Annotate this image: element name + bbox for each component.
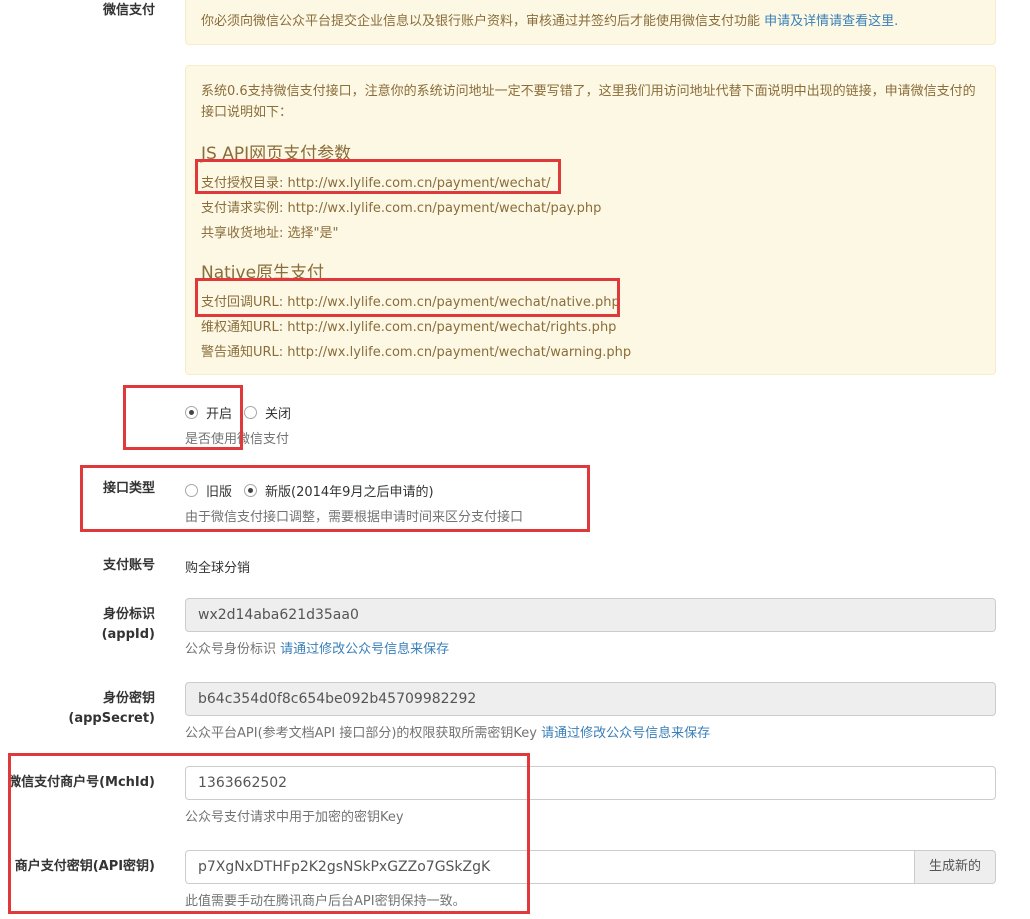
- mchid-input[interactable]: 1363662502: [185, 766, 996, 800]
- wechat-pay-notice: 你必须向微信公众平台提交企业信息以及银行账户资料，审核通过并签约后才能使用微信支…: [185, 0, 996, 45]
- api-type-label: 接口类型: [102, 481, 155, 496]
- api-type-new-radio[interactable]: 新版(2014年9月之后申请的): [244, 481, 434, 500]
- appid-input[interactable]: wx2d14aba621d35aa0: [185, 598, 996, 632]
- appid-label: 身份标识 (appId): [102, 605, 155, 645]
- api-type-option-label: 旧版: [206, 485, 233, 500]
- native-line: 支付回调URL: http://wx.lylife.com.cn/payment…: [201, 295, 620, 310]
- api-key-label: 商户支付密钥(API密钥): [14, 859, 155, 874]
- radio-checked-icon[interactable]: [244, 484, 258, 497]
- notice-apply-link[interactable]: 申请及详情请查看这里.: [764, 14, 898, 29]
- pay-account-label: 支付账号: [102, 558, 155, 573]
- enable-help: 是否使用微信支付: [185, 432, 290, 447]
- jsapi-title: JS API网页支付参数: [201, 144, 352, 164]
- mchid-label: 微信支付商户号(MchId): [8, 775, 155, 790]
- jsapi-line: 支付请求实例: http://wx.lylife.com.cn/payment/…: [201, 201, 602, 216]
- api-type-group: 旧版 新版(2014年9月之后申请的): [185, 481, 446, 500]
- api-key-help: 此值需要手动在腾讯商户后台API密钥保持一致。: [185, 894, 466, 909]
- radio-checked-icon[interactable]: [185, 406, 198, 419]
- jsapi-line: 共享收货地址: 选择"是": [201, 226, 339, 241]
- appid-help: 公众号身份标识 请通过修改公众号信息来保存: [185, 638, 449, 657]
- api-key-input[interactable]: p7XgNxDTHFp2K2gsNSkPxGZZo7GSkZgK: [185, 850, 915, 884]
- appid-help-link[interactable]: 请通过修改公众号信息来保存: [280, 642, 449, 657]
- info-intro: 系统0.6支持微信支付接口，注意你的系统访问地址一定不要写错了，这里我们用访问地…: [201, 84, 976, 120]
- wechat-pay-label: 微信支付: [102, 3, 155, 18]
- api-type-old-radio[interactable]: 旧版: [185, 481, 232, 500]
- api-type-help: 由于微信支付接口调整，需要根据申请时间来区分支付接口: [185, 510, 524, 525]
- enable-radio-off[interactable]: 关闭: [244, 403, 291, 422]
- native-title: Native原生支付: [201, 263, 325, 283]
- jsapi-line: 支付授权目录: http://wx.lylife.com.cn/payment/…: [201, 176, 551, 191]
- pay-account-value: 购全球分销: [185, 561, 251, 576]
- appsecret-label-line2: (appSecret): [68, 711, 155, 726]
- appsecret-label-line1: 身份密钥: [102, 691, 155, 706]
- wechat-pay-notice-text: 你必须向微信公众平台提交企业信息以及银行账户资料，审核通过并签约后才能使用微信支…: [201, 10, 898, 29]
- native-line: 维权通知URL: http://wx.lylife.com.cn/payment…: [201, 320, 617, 335]
- enable-radio-on[interactable]: 开启: [185, 403, 232, 422]
- wechat-pay-enable-group: 开启 关闭: [185, 403, 303, 422]
- native-line: 警告通知URL: http://wx.lylife.com.cn/payment…: [201, 345, 632, 360]
- appid-label-line2: (appId): [101, 627, 155, 642]
- api-type-option-label: 新版(2014年9月之后申请的): [265, 485, 434, 500]
- enable-option-label: 关闭: [265, 407, 292, 422]
- appsecret-input[interactable]: b64c354d0f8c654be092b45709982292: [185, 682, 996, 716]
- appsecret-help-link[interactable]: 请通过修改公众号信息来保存: [541, 726, 710, 741]
- radio-unchecked-icon[interactable]: [244, 406, 258, 419]
- appid-label-line1: 身份标识: [102, 607, 155, 622]
- radio-unchecked-icon[interactable]: [185, 484, 198, 497]
- appsecret-label: 身份密钥 (appSecret): [68, 689, 155, 729]
- wechat-pay-info-box: 系统0.6支持微信支付接口，注意你的系统访问地址一定不要写错了，这里我们用访问地…: [185, 65, 996, 375]
- appid-help-text: 公众号身份标识: [185, 642, 277, 657]
- enable-option-label: 开启: [206, 407, 233, 422]
- notice-text: 你必须向微信公众平台提交企业信息以及银行账户资料，审核通过并签约后才能使用微信支…: [201, 14, 761, 29]
- mchid-help: 公众号支付请求中用于加密的密钥Key: [185, 810, 404, 825]
- generate-key-button[interactable]: 生成新的: [914, 850, 996, 884]
- appsecret-help: 公众平台API(参考文档API 接口部分)的权限获取所需密钥Key 请通过修改公…: [185, 722, 710, 741]
- appsecret-help-text: 公众平台API(参考文档API 接口部分)的权限获取所需密钥Key: [185, 726, 537, 741]
